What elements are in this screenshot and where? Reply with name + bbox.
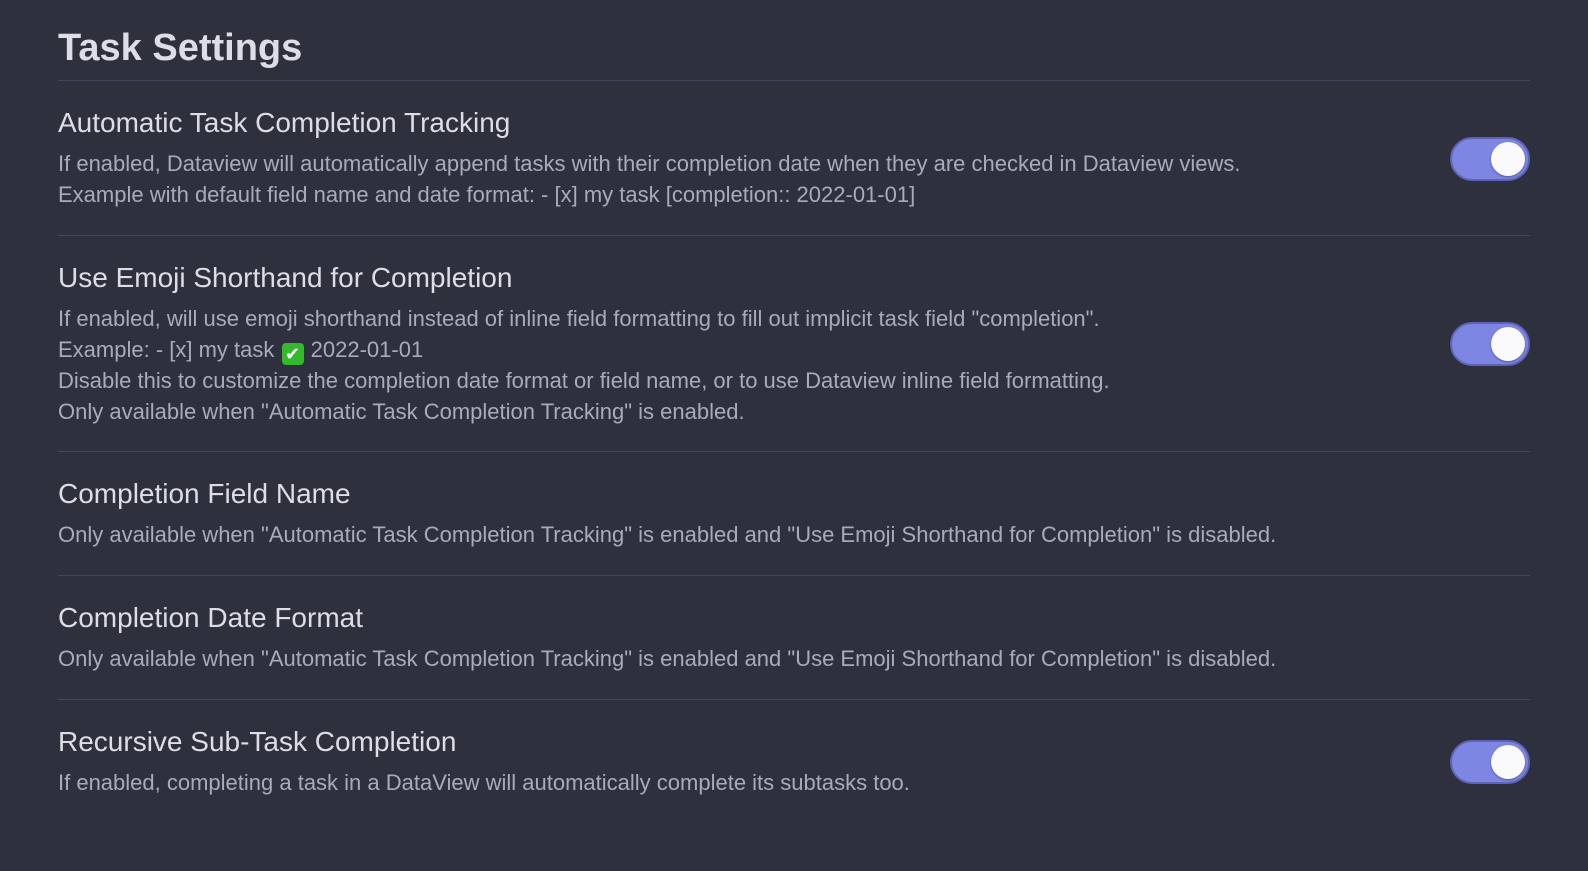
recursive-sub-task-toggle[interactable] xyxy=(1450,740,1530,784)
setting-use-emoji-shorthand: Use Emoji Shorthand for Completion If en… xyxy=(58,235,1530,451)
check-mark-emoji-icon: ✔ xyxy=(281,343,304,365)
setting-info: Recursive Sub-Task Completion If enabled… xyxy=(58,726,1530,798)
page-title: Task Settings xyxy=(58,27,303,69)
automatic-task-completion-toggle[interactable] xyxy=(1450,137,1530,181)
description-line: If enabled, Dataview will automatically … xyxy=(58,151,1241,176)
setting-info: Completion Field Name Only available whe… xyxy=(58,478,1530,550)
toggle-knob xyxy=(1491,745,1525,779)
description-line: If enabled, will use emoji shorthand ins… xyxy=(58,306,1100,331)
setting-name: Automatic Task Completion Tracking xyxy=(58,107,511,138)
setting-description: Only available when "Automatic Task Comp… xyxy=(58,643,1370,674)
description-line: Disable this to customize the completion… xyxy=(58,368,1110,393)
setting-info: Use Emoji Shorthand for Completion If en… xyxy=(58,262,1530,427)
setting-completion-date-format: Completion Date Format Only available wh… xyxy=(58,575,1530,699)
emoji-shorthand-toggle[interactable] xyxy=(1450,322,1530,366)
setting-description: If enabled, will use emoji shorthand ins… xyxy=(58,303,1370,427)
setting-description: If enabled, Dataview will automatically … xyxy=(58,148,1370,210)
example-prefix: Example: - [x] my task xyxy=(58,337,275,362)
setting-description: Only available when "Automatic Task Comp… xyxy=(58,519,1370,550)
setting-description: If enabled, completing a task in a DataV… xyxy=(58,767,1370,798)
description-line-example: Example: - [x] my task ✔ 2022-01-01 xyxy=(58,334,1370,365)
toggle-knob xyxy=(1491,142,1525,176)
setting-name: Use Emoji Shorthand for Completion xyxy=(58,262,513,293)
setting-info: Completion Date Format Only available wh… xyxy=(58,602,1530,674)
setting-name: Completion Field Name xyxy=(58,478,351,509)
example-date: 2022-01-01 xyxy=(310,337,424,362)
toggle-knob xyxy=(1491,327,1525,361)
setting-info: Automatic Task Completion Tracking If en… xyxy=(58,107,1530,210)
description-line: Only available when "Automatic Task Comp… xyxy=(58,399,745,424)
setting-automatic-task-completion-tracking: Automatic Task Completion Tracking If en… xyxy=(58,80,1530,235)
description-line: Example with default field name and date… xyxy=(58,182,916,207)
setting-name: Completion Date Format xyxy=(58,602,364,633)
description-line: If enabled, completing a task in a DataV… xyxy=(58,770,910,795)
settings-page: Task Settings Automatic Task Completion … xyxy=(0,0,1588,871)
setting-name: Recursive Sub-Task Completion xyxy=(58,726,457,757)
setting-recursive-sub-task-completion: Recursive Sub-Task Completion If enabled… xyxy=(58,699,1530,839)
description-line: Only available when "Automatic Task Comp… xyxy=(58,522,1277,547)
setting-completion-field-name: Completion Field Name Only available whe… xyxy=(58,451,1530,575)
description-line: Only available when "Automatic Task Comp… xyxy=(58,646,1277,671)
